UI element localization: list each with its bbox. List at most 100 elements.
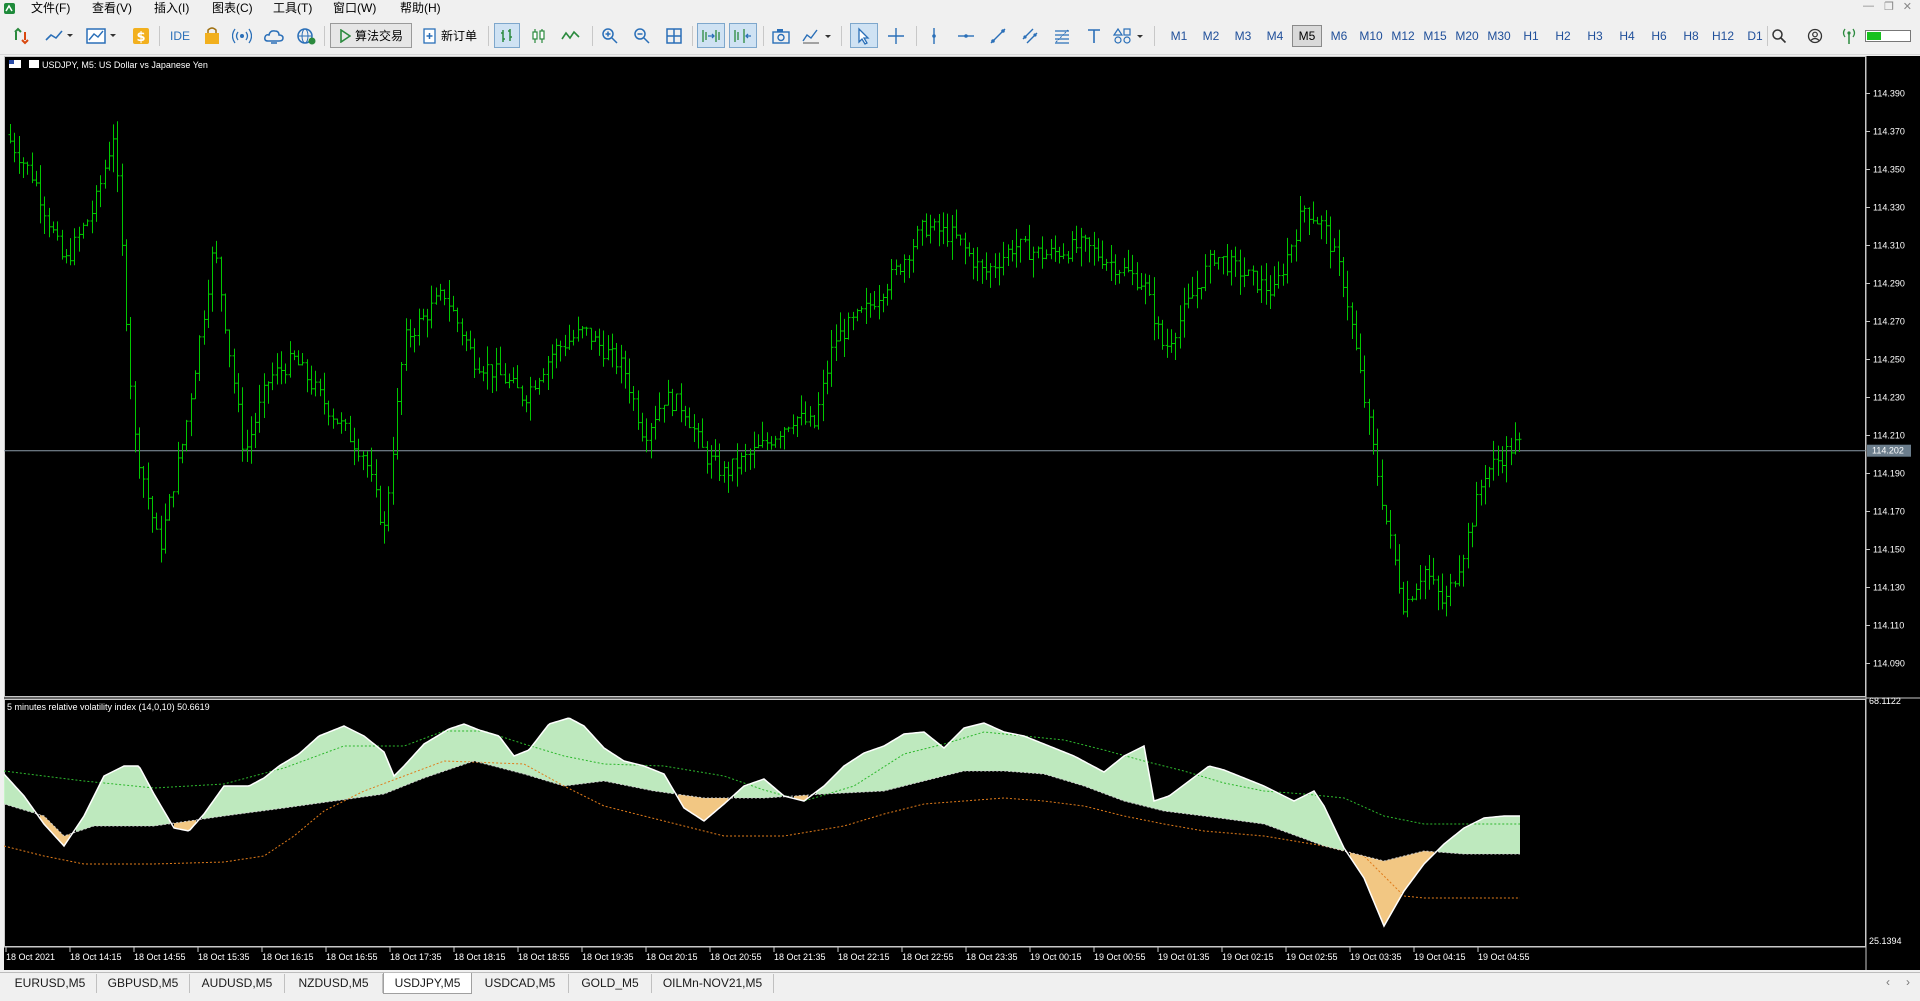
chart-template-button[interactable] [84,23,120,48]
menu-file[interactable]: 文件(F) [31,1,70,16]
trend-line-button[interactable] [986,23,1010,48]
timeframe-m4[interactable]: M4 [1260,26,1290,46]
fibonacci-button[interactable] [1050,23,1074,48]
timeframe-h4[interactable]: H4 [1612,26,1642,46]
community-button[interactable] [294,23,318,48]
minimize-icon[interactable]: — [1863,0,1874,12]
time-axis-label: 18 Oct 16:15 [262,952,314,962]
tabs-scroll-right-icon[interactable]: › [1906,975,1910,989]
vps-button[interactable] [262,23,286,48]
zoom-in-button[interactable] [598,23,622,48]
status-bar [0,995,1920,1001]
chart-tab[interactable]: USDCAD,M5 [472,974,569,993]
crosshair-tool-button[interactable] [884,23,908,48]
channel-button[interactable] [1018,23,1042,48]
cursor-icon [858,26,870,45]
price-axis-label: 114.390 [1873,89,1905,99]
close-icon[interactable]: ✕ [1903,0,1912,13]
chart-tab[interactable]: USDJPY,M5 [383,973,472,994]
timeframe-h2[interactable]: H2 [1548,26,1578,46]
chart-tab[interactable]: GBPUSD,M5 [97,974,190,993]
dollar-icon: $ [133,27,149,45]
auto-scroll-icon [702,29,720,42]
line-chart-button[interactable] [558,23,584,48]
market-button[interactable]: $ [130,23,152,48]
chart-tab[interactable]: AUDUSD,M5 [190,974,285,993]
timeframe-m12[interactable]: M12 [1388,26,1418,46]
channel-icon [1022,28,1038,43]
menu-insert[interactable]: 插入(I) [154,1,189,16]
bag-icon [205,26,219,44]
timeframe-m6[interactable]: M6 [1324,26,1354,46]
algo-trading-button[interactable]: 算法交易 [330,23,412,48]
tabs-scroll-left-icon[interactable]: ‹ [1886,975,1890,989]
signals-button[interactable] [231,23,253,48]
timeframe-m10[interactable]: M10 [1356,26,1386,46]
new-order-icon [423,27,436,44]
indicator-line-icon [45,29,73,41]
timeframe-h8[interactable]: H8 [1676,26,1706,46]
time-axis-label: 19 Oct 01:35 [1158,952,1210,962]
chart-shift-button[interactable] [729,23,757,48]
timeframe-h3[interactable]: H3 [1580,26,1610,46]
auto-scroll-button[interactable] [697,23,725,48]
ide-button[interactable]: IDE [166,23,194,48]
timeframe-m2[interactable]: M2 [1196,26,1226,46]
timeframe-m1[interactable]: M1 [1164,26,1194,46]
timeframe-m15[interactable]: M15 [1420,26,1450,46]
menu-chart[interactable]: 图表(C) [212,1,253,16]
candle-chart-button[interactable] [526,23,552,48]
chart-tab[interactable]: EURUSD,M5 [4,974,97,993]
signal-icon [232,28,252,43]
timeframe-m5[interactable]: M5 [1292,25,1322,47]
candlestick-icon [532,28,545,43]
timeframe-m20[interactable]: M20 [1452,26,1482,46]
shapes-button[interactable] [1112,23,1148,48]
toolbar-separator [159,26,160,46]
chart-tab[interactable]: OILMn-NOV21,M5 [652,974,774,993]
bar-chart-button[interactable] [494,23,520,48]
new-order-button[interactable]: 新订单 [418,23,482,48]
time-axis-label: 19 Oct 03:35 [1350,952,1402,962]
time-axis-label: 19 Oct 00:55 [1094,952,1146,962]
timeframe-h1[interactable]: H1 [1516,26,1546,46]
menu-view[interactable]: 查看(V) [92,1,132,16]
toolbar-separator [592,26,593,46]
tile-windows-button[interactable] [662,23,686,48]
account-button[interactable] [1804,23,1826,48]
time-axis-label: 19 Oct 04:15 [1414,952,1466,962]
vertical-line-icon [932,27,936,44]
timeframe-h6[interactable]: H6 [1644,26,1674,46]
toolbar-separator [324,26,325,46]
horizontal-line-button[interactable] [954,23,978,48]
menu-help[interactable]: 帮助(H) [400,1,441,16]
search-button[interactable] [1768,23,1790,48]
trading-button[interactable] [201,23,223,48]
chart-canvas[interactable]: USDJPY, M5: US Dollar vs Japanese Yen 114… [4,56,1920,970]
new-symbol-button[interactable] [10,23,34,48]
connection-button[interactable] [1838,23,1860,48]
indicators-menu-button[interactable] [800,23,834,48]
indicator-pane-frame [4,699,1866,947]
vertical-line-button[interactable] [922,23,946,48]
menu-tools[interactable]: 工具(T) [273,1,312,16]
indicator-axis-top: 68.1122 [1869,696,1901,706]
zoom-out-button[interactable] [630,23,654,48]
timeframe-m30[interactable]: M30 [1484,26,1514,46]
screenshot-button[interactable] [769,23,793,48]
time-axis-label: 19 Oct 02:15 [1222,952,1274,962]
timeframe-m3[interactable]: M3 [1228,26,1258,46]
text-tool-button[interactable] [1082,23,1106,48]
chart-tab[interactable]: NZDUSD,M5 [285,974,383,993]
chart-tab[interactable]: GOLD_M5 [569,974,652,993]
price-axis-label: 114.250 [1873,355,1905,365]
menu-window[interactable]: 窗口(W) [333,1,376,16]
indicators-button[interactable] [42,23,76,48]
timeframe-d1[interactable]: D1 [1740,26,1770,46]
symbols-icon [14,27,29,44]
toolbar: $ IDE 算法交易 新订单 M1 M2 M3 M4 M5 M6 M10 M12… [0,17,1920,55]
restore-icon[interactable]: ❐ [1884,0,1894,13]
chart-window[interactable]: USDJPY, M5: US Dollar vs Japanese Yen 114… [4,56,1920,970]
cursor-tool-button[interactable] [850,23,878,48]
timeframe-h12[interactable]: H12 [1708,26,1738,46]
